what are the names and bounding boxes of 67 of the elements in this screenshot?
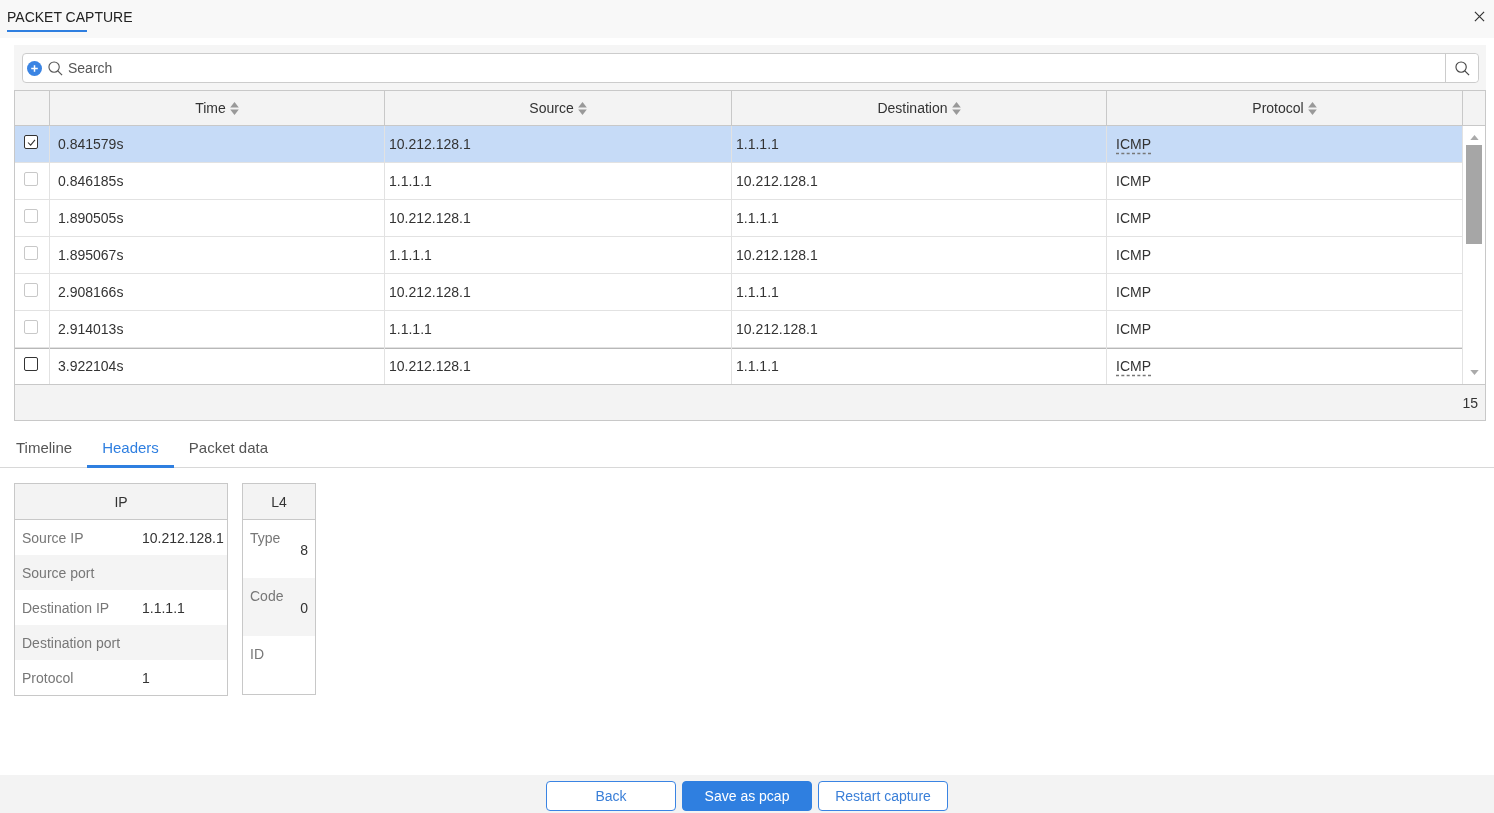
card-title: IP	[15, 484, 227, 520]
table-row[interactable]: 2.908166s 10.212.128.1 1.1.1.1 ICMP	[15, 274, 1463, 311]
table-cell: 1.1.1.1	[385, 163, 732, 199]
tab[interactable]: Headers	[87, 427, 174, 467]
field-label: Source IP	[22, 529, 85, 546]
column-header[interactable]: Destination	[732, 91, 1107, 125]
table-row[interactable]: 1.890505s 10.212.128.1 1.1.1.1 ICMP	[15, 200, 1463, 237]
field-value: 10.212.128.1	[142, 529, 225, 546]
table-cell: 10.212.128.1	[732, 311, 1107, 347]
table-row[interactable]: 3.922104s 10.212.128.1 1.1.1.1 ICMP	[15, 348, 1463, 384]
primary-button[interactable]: Save as pcap	[682, 781, 812, 811]
field-label: Type	[250, 529, 281, 546]
scroll-down-icon[interactable]	[1469, 370, 1479, 375]
table-cell: 1.1.1.1	[385, 237, 732, 273]
column-header[interactable]: Time	[50, 91, 385, 125]
sort-icon[interactable]	[951, 101, 961, 115]
sort-icon[interactable]	[577, 101, 587, 115]
field-value: 0	[300, 599, 308, 616]
table-cell: 10.212.128.1	[385, 200, 732, 236]
table-cell: 1.1.1.1	[732, 126, 1107, 162]
field-label: Protocol	[22, 669, 75, 686]
checkmark-icon	[26, 138, 36, 146]
table-row[interactable]: 0.846185s 1.1.1.1 10.212.128.1 ICMP	[15, 163, 1463, 200]
table-cell: 0.846185s	[50, 163, 385, 199]
table-cell: 0.841579s	[50, 126, 385, 162]
secondary-button[interactable]: Restart capture	[818, 781, 948, 811]
scroll-up-icon[interactable]	[1469, 135, 1479, 140]
table-cell: 2.908166s	[50, 274, 385, 310]
field-value: 8	[300, 541, 308, 558]
scrollbar-thumb[interactable]	[1466, 145, 1482, 244]
window-tab[interactable]: PACKET CAPTURE	[7, 0, 133, 32]
field-label: Source port	[22, 564, 96, 581]
table-cell: 1.1.1.1	[732, 274, 1107, 310]
row-count: 15	[1462, 394, 1478, 411]
table-cell: 10.212.128.1	[385, 126, 732, 162]
field-value: 1.1.1.1	[142, 599, 186, 616]
table-cell: 10.212.128.1	[732, 237, 1107, 273]
column-header[interactable]: Protocol	[1107, 91, 1463, 125]
row-checkbox[interactable]	[24, 135, 38, 149]
search-icon	[1454, 60, 1470, 76]
table-cell: 10.212.128.1	[385, 274, 732, 310]
close-icon[interactable]	[1474, 11, 1485, 22]
table-cell: 1.1.1.1	[385, 311, 732, 347]
table-cell: 1.1.1.1	[732, 200, 1107, 236]
search-icon	[48, 60, 63, 76]
row-checkbox[interactable]	[24, 357, 38, 371]
sort-icon[interactable]	[1307, 101, 1317, 115]
table-cell: 10.212.128.1	[732, 163, 1107, 199]
table-cell: 2.914013s	[50, 311, 385, 347]
column-header[interactable]: Source	[385, 91, 732, 125]
tab[interactable]: Timeline	[1, 427, 88, 467]
add-icon[interactable]	[27, 60, 42, 76]
sort-icon[interactable]	[229, 101, 239, 115]
secondary-button[interactable]: Back	[546, 781, 676, 811]
table-row[interactable]: 2.914013s 1.1.1.1 10.212.128.1 ICMP	[15, 311, 1463, 348]
field-label: Destination IP	[22, 599, 111, 616]
field-value: 1	[142, 669, 151, 686]
table-row[interactable]: 0.841579s 10.212.128.1 1.1.1.1 ICMP	[15, 126, 1463, 163]
field-label: Destination port	[22, 634, 122, 651]
tab[interactable]: Packet data	[173, 427, 284, 467]
table-cell: 1.895067s	[50, 237, 385, 273]
card-title: L4	[243, 484, 315, 520]
field-label: Code	[250, 587, 284, 604]
field-label: ID	[250, 645, 264, 662]
search-button[interactable]	[1445, 54, 1478, 82]
table-row[interactable]: 1.895067s 1.1.1.1 10.212.128.1 ICMP	[15, 237, 1463, 274]
table-cell: 1.890505s	[50, 200, 385, 236]
